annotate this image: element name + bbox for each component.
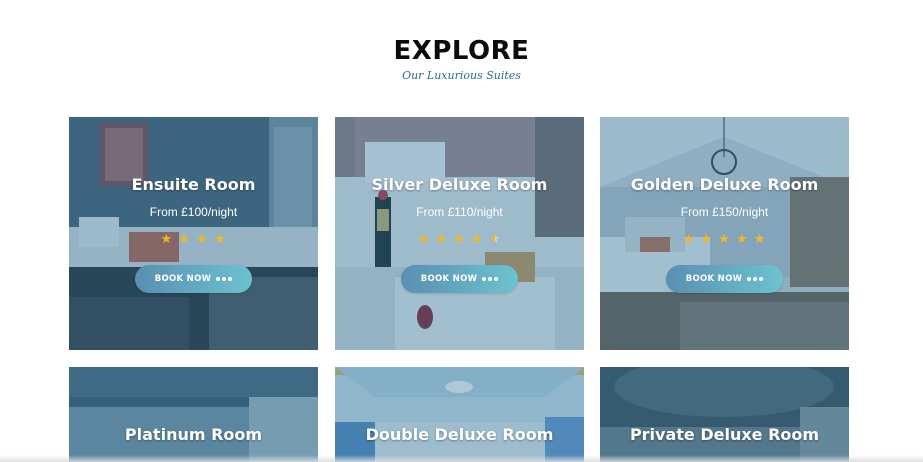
room-title: Platinum Room <box>124 425 263 444</box>
star-rating: ★ ★ ★ ★ <box>69 232 318 248</box>
room-card-ensuite[interactable]: Ensuite Room From £100/night ★ ★ ★ ★ BOO… <box>69 117 318 350</box>
room-title: Double Deluxe Room <box>365 425 554 444</box>
room-card-private-deluxe[interactable]: Private Deluxe Room <box>600 367 849 462</box>
card-overlay <box>335 367 584 462</box>
room-price: From £110/night <box>416 205 503 219</box>
star-rating: ★ ★ ★ ★ ★ <box>335 232 584 248</box>
book-now-button[interactable]: BOOK NOW <box>135 265 252 293</box>
star-icon: ★ <box>417 232 431 247</box>
star-icon: ★ <box>435 232 449 247</box>
room-card-silver-deluxe[interactable]: Silver Deluxe Room From £110/night ★ ★ ★… <box>335 117 584 350</box>
star-icon: ★ <box>735 232 749 247</box>
book-now-label: BOOK NOW <box>685 274 743 284</box>
room-price: From £100/night <box>149 205 238 219</box>
star-icon: ★ <box>196 232 209 247</box>
room-card-double-deluxe[interactable]: Double Deluxe Room <box>335 367 584 462</box>
half-star-icon: ★ <box>488 232 502 247</box>
page-title: EXPLORE <box>393 36 530 66</box>
star-icon: ★ <box>178 232 191 247</box>
room-title: Golden Deluxe Room <box>630 175 819 194</box>
star-icon: ★ <box>718 232 731 247</box>
room-title: Private Deluxe Room <box>629 425 820 444</box>
room-price: From £150/night <box>680 205 769 219</box>
page-subtitle: Our Luxurious Suites <box>402 69 521 82</box>
star-icon: ★ <box>700 232 714 247</box>
card-overlay <box>600 367 849 462</box>
room-title: Silver Deluxe Room <box>371 175 548 194</box>
star-icon: ★ <box>453 232 466 247</box>
book-now-button[interactable]: BOOK NOW <box>401 265 518 293</box>
more-dots-icon <box>747 277 764 281</box>
book-now-button[interactable]: BOOK NOW <box>666 265 783 293</box>
star-icon: ★ <box>753 232 767 247</box>
more-dots-icon <box>482 277 499 281</box>
star-icon: ★ <box>470 232 484 247</box>
window-bottom-edge <box>0 455 923 462</box>
star-icon: ★ <box>682 232 696 247</box>
star-icon: ★ <box>160 232 174 247</box>
star-rating: ★ ★ ★ ★ ★ <box>600 232 849 248</box>
book-now-label: BOOK NOW <box>154 274 212 284</box>
room-card-platinum[interactable]: Platinum Room <box>69 367 318 462</box>
room-card-golden-deluxe[interactable]: Golden Deluxe Room From £150/night ★ ★ ★… <box>600 117 849 350</box>
star-icon: ★ <box>213 232 227 247</box>
more-dots-icon <box>216 277 233 281</box>
card-overlay <box>69 367 318 462</box>
room-title: Ensuite Room <box>131 175 256 194</box>
book-now-label: BOOK NOW <box>420 274 478 284</box>
